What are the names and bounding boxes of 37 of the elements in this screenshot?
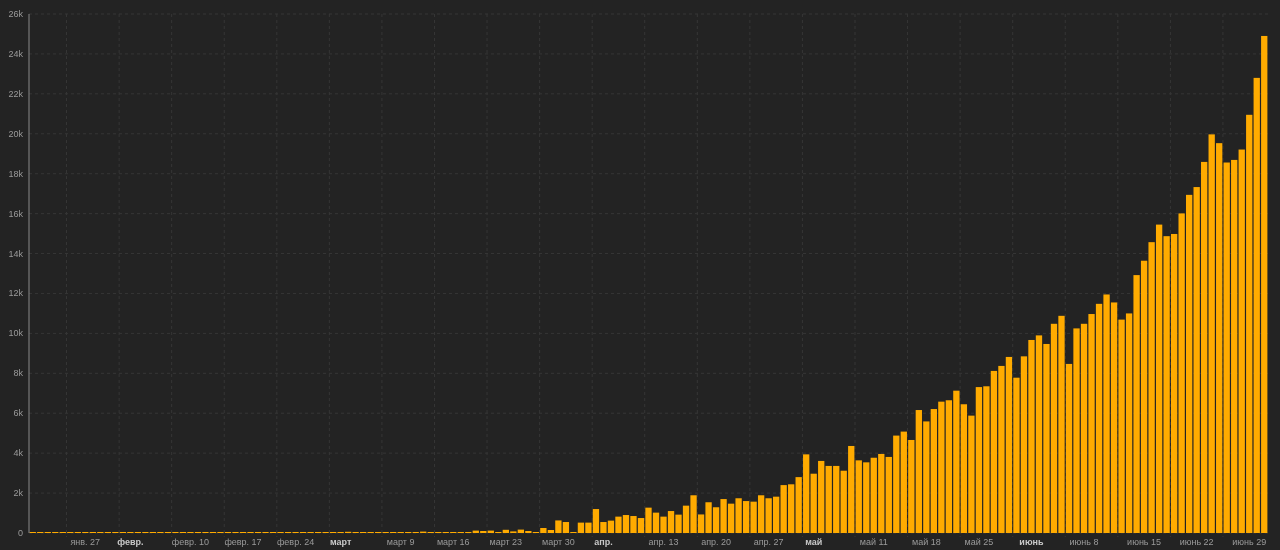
axis-tick-label: май 18 xyxy=(911,537,941,548)
axis-tick-label: янв. 27 xyxy=(70,537,101,548)
axis-tick-label: апр. xyxy=(594,537,613,548)
axis-tick-label: 26k xyxy=(8,9,23,19)
axis-tick-label: февр. xyxy=(117,537,144,548)
axis-tick-label: июнь 29 xyxy=(1232,537,1267,548)
axis-tick-label: апр. 20 xyxy=(701,537,732,548)
axis-tick-label: 18k xyxy=(8,168,23,179)
axis-tick-label: 0 xyxy=(18,528,23,538)
axis-tick-label: июнь 22 xyxy=(1179,537,1214,548)
axis-tick-label: июнь 8 xyxy=(1069,537,1099,548)
axis-tick-label: май xyxy=(805,537,823,548)
axis-tick-label: март 16 xyxy=(436,537,470,548)
axis-tick-label: июнь 15 xyxy=(1127,537,1162,548)
axis-tick-label: 10k xyxy=(8,328,23,339)
axis-tick-label: февр. 10 xyxy=(171,537,210,548)
axis-tick-label: февр. 17 xyxy=(224,537,262,548)
axis-tick-label: 14k xyxy=(8,248,23,259)
axis-tick-label: 12k xyxy=(8,288,23,299)
axis-tick-label: 20k xyxy=(8,128,23,139)
axis-tick-label: 16k xyxy=(8,208,23,219)
axis-tick-label: март 30 xyxy=(542,537,575,548)
axis-tick-label: 4k xyxy=(13,448,23,459)
axis-tick-label: март 9 xyxy=(386,537,415,548)
axis-tick-label: апр. 13 xyxy=(648,537,679,548)
axis-tick-label: май 11 xyxy=(859,537,888,548)
axis-tick-label: 8k xyxy=(13,368,23,379)
axis-tick-label: февр. 24 xyxy=(276,537,315,548)
axis-tick-label: май 25 xyxy=(964,537,994,548)
axis-tick-label: март 23 xyxy=(489,537,523,548)
axis-tick-label: 6k xyxy=(13,408,23,419)
axis-tick-label: апр. 27 xyxy=(753,537,784,548)
axis-tick-label: март xyxy=(329,537,352,548)
axis-tick-label: 22k xyxy=(8,88,23,99)
axis-tick-label: 24k xyxy=(8,48,23,59)
axis-tick-label: 2k xyxy=(13,488,23,499)
axis-tick-label: июнь xyxy=(1019,537,1044,548)
